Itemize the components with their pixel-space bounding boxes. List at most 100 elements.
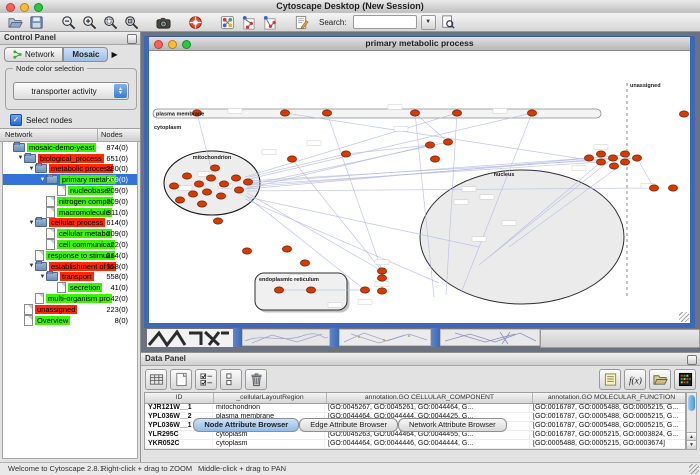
- zoom-selected-icon[interactable]: [101, 14, 119, 30]
- tab-mosaic[interactable]: Mosaic: [63, 47, 108, 62]
- tree-row[interactable]: Overview8(0): [3, 315, 137, 326]
- snapshot-icon[interactable]: [154, 14, 172, 30]
- help-icon[interactable]: [186, 14, 204, 30]
- unselect-attributes-icon[interactable]: [220, 369, 242, 390]
- function-builder-icon[interactable]: f(x): [624, 369, 646, 390]
- background-window-fragment[interactable]: [540, 329, 700, 348]
- cell: mitochondrion: [213, 449, 325, 450]
- graph-node: [584, 155, 593, 161]
- tree-expand-icon[interactable]: ▼: [28, 263, 35, 269]
- tree-row[interactable]: secretion41(0): [3, 282, 137, 293]
- tree-row[interactable]: nucleobase-209(0): [3, 185, 137, 196]
- col-cellular-component[interactable]: annotation.GO CELLULAR_COMPONENT: [327, 393, 533, 403]
- tree-expand-icon[interactable]: ▼: [28, 220, 35, 226]
- tree-col-network[interactable]: Network: [5, 130, 33, 139]
- tree-label: transport: [60, 272, 94, 281]
- float-panel-icon[interactable]: [687, 355, 697, 365]
- zoom-window-icon[interactable]: [34, 3, 43, 12]
- edit-network-icon[interactable]: [239, 14, 257, 30]
- tab-network[interactable]: Network: [4, 47, 63, 62]
- tree-row[interactable]: ▼cellular process614(0): [3, 218, 137, 229]
- annotation-icon[interactable]: [292, 14, 310, 30]
- close-window-icon[interactable]: [6, 3, 15, 12]
- table-row[interactable]: YKR052Ccytoplasm[GO:0044464, GO:0044446,…: [145, 440, 685, 449]
- background-window-fragment[interactable]: [147, 329, 233, 347]
- tab-network-attribute-browser[interactable]: Network Attribute Browser: [398, 418, 507, 432]
- close-view-icon[interactable]: [154, 40, 163, 49]
- window-controls[interactable]: [6, 3, 43, 12]
- table-row[interactable]: YDR039C__1mitochondrion[GO:0044464, GO:0…: [145, 449, 685, 450]
- tree-row[interactable]: ▼primary metabo209(0): [3, 174, 137, 185]
- scrollbar-thumb[interactable]: [688, 395, 695, 411]
- tree-row[interactable]: ▼establishment of lo558(0): [3, 261, 137, 272]
- tree-expand-icon[interactable]: ▼: [39, 177, 46, 183]
- graph-node: [206, 175, 215, 181]
- tree-row[interactable]: ▼metabolic process280(0): [3, 164, 137, 175]
- tree-row[interactable]: ▼biological_process651(0): [3, 153, 137, 164]
- edit-network-alt-icon[interactable]: [260, 14, 278, 30]
- search-input[interactable]: [353, 15, 417, 29]
- tree-row[interactable]: response to stimulu264(0): [3, 250, 137, 261]
- tree-col-nodes[interactable]: Nodes: [101, 130, 123, 139]
- table-row[interactable]: YJR121W__1mitochondrion[GO:0045267, GO:0…: [145, 404, 685, 413]
- cell: [GO:0005488, GO:0005215, GO:0003674]: [530, 440, 686, 448]
- graph-node: [287, 156, 296, 162]
- status-welcome: Welcome to Cytoscape 2.8.1: [8, 464, 104, 473]
- delete-attribute-icon[interactable]: [245, 369, 267, 390]
- background-window-fragment[interactable]: [242, 329, 330, 346]
- tree-row[interactable]: unassigned223(0): [3, 304, 137, 315]
- zoom-fit-icon[interactable]: [122, 14, 140, 30]
- minimize-window-icon[interactable]: [20, 3, 29, 12]
- node-color-dropdown[interactable]: transporter activity ▲▼: [13, 82, 129, 100]
- tree-row[interactable]: nitrogen compo209(0): [3, 196, 137, 207]
- node-color-selection-group: Node color selection transporter activit…: [5, 68, 137, 110]
- show-table-icon[interactable]: [145, 369, 167, 390]
- select-attributes-icon[interactable]: [195, 369, 217, 390]
- network-view-title: primary metabolic process: [149, 37, 690, 50]
- import-attributes-icon[interactable]: [649, 369, 671, 390]
- col-id[interactable]: ID: [145, 393, 214, 403]
- float-panel-icon[interactable]: [127, 34, 137, 44]
- tree-row[interactable]: multi-organism pro42(0): [3, 293, 137, 304]
- col-molecular-function[interactable]: annotation.GO MOLECULAR_FUNCTION: [533, 393, 686, 403]
- save-icon[interactable]: [27, 14, 45, 30]
- control-panel-header: Control Panel: [0, 32, 140, 45]
- zoom-out-icon[interactable]: [59, 14, 77, 30]
- tab-node-attribute-browser[interactable]: Node Attribute Browser: [193, 418, 299, 432]
- open-icon[interactable]: [6, 14, 24, 30]
- tree-row[interactable]: ▼transport558(0): [3, 272, 137, 283]
- tree-expand-icon[interactable]: ▼: [39, 274, 46, 280]
- node-label-box: [262, 150, 276, 154]
- search-dropdown-arrow-icon[interactable]: ▼: [421, 15, 436, 30]
- background-window-edge[interactable]: [330, 328, 339, 347]
- new-attribute-icon[interactable]: [170, 369, 192, 390]
- search-options-icon[interactable]: [439, 14, 457, 30]
- col-region[interactable]: _cellularLayoutRegion: [214, 393, 327, 403]
- tree-expand-icon[interactable]: ▼: [17, 155, 24, 161]
- view-resize-grip[interactable]: [679, 312, 689, 322]
- tree-row[interactable]: mosaic-demo-yeast874(0): [3, 142, 137, 153]
- window-resize-grip[interactable]: [689, 464, 699, 474]
- background-window-edge[interactable]: [431, 328, 440, 347]
- tree-expand-icon[interactable]: ▼: [28, 166, 35, 172]
- select-nodes-checkbox[interactable]: ✓: [10, 114, 22, 126]
- scroll-down-icon[interactable]: ▼: [687, 440, 696, 449]
- background-window-edge[interactable]: [233, 328, 242, 347]
- table-row[interactable]: YLR295Ccytoplasm[GO:0045263, GO:0044464,…: [145, 431, 685, 440]
- network-view-window-controls[interactable]: [154, 40, 191, 49]
- attribute-editor-icon[interactable]: [599, 369, 621, 390]
- background-window-fragment[interactable]: [339, 329, 431, 346]
- tree-row[interactable]: cell communicat22(0): [3, 239, 137, 250]
- tree-row[interactable]: cellular metabo209(0): [3, 228, 137, 239]
- minimize-view-icon[interactable]: [168, 40, 177, 49]
- attribute-matrix-icon[interactable]: [674, 369, 696, 390]
- tab-edge-attribute-browser[interactable]: Edge Attribute Browser: [299, 418, 398, 432]
- background-window-fragment[interactable]: [440, 329, 540, 346]
- tree-row[interactable]: macromolecule311(0): [3, 207, 137, 218]
- network-view-titlebar[interactable]: primary metabolic process: [149, 37, 690, 51]
- zoom-in-icon[interactable]: [80, 14, 98, 30]
- tab-scroll-right-icon[interactable]: ▶: [111, 50, 117, 59]
- network-canvas[interactable]: plasma membranecytoplasmmitochondrionnuc…: [149, 51, 690, 323]
- zoom-view-icon[interactable]: [182, 40, 191, 49]
- vizmapper-icon[interactable]: [218, 14, 236, 30]
